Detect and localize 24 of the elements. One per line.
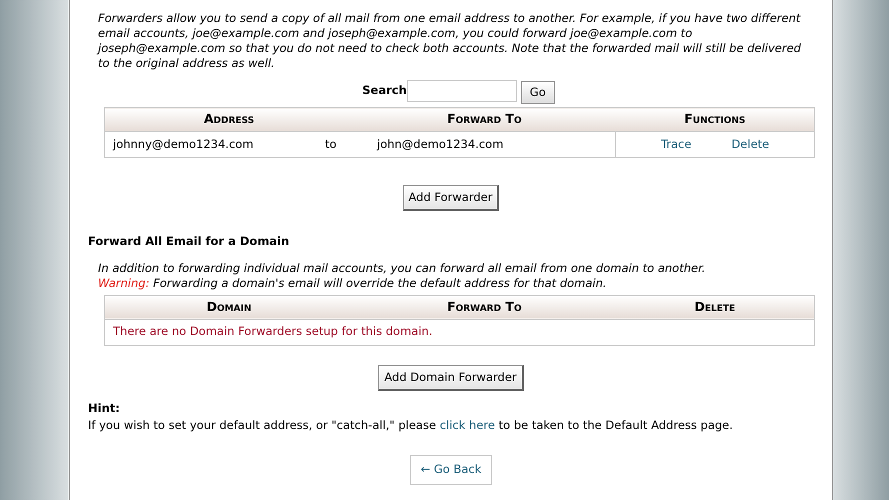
address-cell-text: johnny@demo1234.com xyxy=(113,136,254,153)
domain-intro-text: In addition to forwarding individual mail accounts, you can forward all email from one domain to another. Warning: Forwarding a domain's email will override the default address for that domain. xyxy=(98,260,706,290)
column-header: Functions xyxy=(616,108,814,132)
column-header: Forward To xyxy=(353,295,616,319)
column-header: Domain xyxy=(104,295,353,319)
hint-text: If you wish to set your default address, or "catch-all," please click here to be taken to the Default Address page. xyxy=(88,417,734,434)
empty-message: There are no Domain Forwarders setup for this domain. xyxy=(113,324,432,338)
search-label: Search xyxy=(362,82,407,100)
action-link[interactable]: Trace xyxy=(660,136,692,154)
forward-to-cell: john@demo1234.com xyxy=(377,136,504,151)
default-address-link[interactable]: click here xyxy=(440,418,495,432)
intro-text: Forwarders allow you to send a copy of all mail from one email address to another. For example, if you have two different email accounts, joe@example.com and joseph@example.com, you could forward joe@example.com to joseph@example.com so that you do not need to check both accounts. Note that the forwarded mail will still be delivered to the original address as well. xyxy=(98,11,802,71)
column-header: Address xyxy=(104,108,353,132)
add-forwarder-button[interactable]: Add Forwarder xyxy=(402,185,500,212)
section-title: Forward All Email for a Domain xyxy=(88,233,290,250)
go-button[interactable]: Go xyxy=(520,80,555,104)
column-header: Forward To xyxy=(353,108,616,132)
column-header: Delete xyxy=(616,295,814,319)
to-label: to xyxy=(325,136,337,153)
action-link[interactable]: Delete xyxy=(731,136,770,154)
go-back-link[interactable]: ← Go Back xyxy=(410,455,492,484)
hint-title: Hint: xyxy=(88,400,121,417)
search-field[interactable] xyxy=(406,80,517,102)
add-domain-forwarder-button[interactable]: Add Domain Forwarder xyxy=(378,364,524,391)
